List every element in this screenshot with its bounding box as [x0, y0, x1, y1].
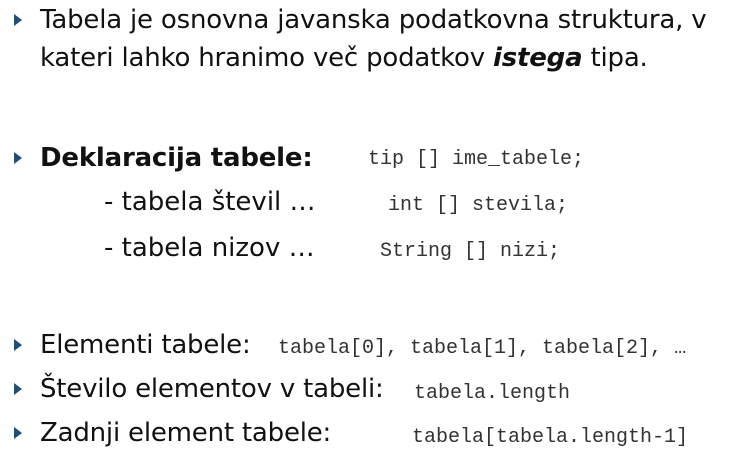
bullet-triangle-icon	[14, 152, 22, 164]
sub-item-numbers-code: int [] stevila;	[388, 194, 569, 217]
bullet-1-text-pre: kateri lahko hranimo več podatkov	[40, 43, 494, 73]
declaration-label: Deklaracija tabele:	[40, 143, 313, 173]
declaration-code: tip [] ime_tabele;	[368, 148, 585, 171]
elements-label: Elementi tabele:	[40, 330, 251, 360]
sub-item-numbers-label: - tabela števil …	[104, 187, 316, 217]
bullet-1-line-2: kateri lahko hranimo več podatkov istega…	[40, 41, 648, 75]
bullet-1-emphasis: istega	[493, 43, 583, 73]
sub-item-strings-code: String [] nizi;	[380, 240, 561, 263]
bullet-triangle-icon	[14, 427, 22, 439]
bullet-1-text-post: tipa.	[582, 43, 648, 73]
length-code: tabela.length	[414, 382, 571, 405]
bullet-triangle-icon	[14, 14, 22, 26]
last-element-code: tabela[tabela.length-1]	[412, 426, 689, 449]
bullet-triangle-icon	[14, 383, 22, 395]
bullet-triangle-icon	[14, 339, 22, 351]
bullet-1-line-1: Tabela je osnovna javanska podatkovna st…	[40, 5, 707, 35]
last-element-label: Zadnji element tabele:	[40, 418, 332, 448]
sub-item-strings-label: - tabela nizov …	[104, 233, 315, 263]
slide: Tabela je osnovna javanska podatkovna st…	[0, 0, 753, 462]
elements-code: tabela[0], tabela[1], tabela[2], …	[278, 337, 687, 360]
length-label: Število elementov v tabeli:	[40, 374, 384, 404]
